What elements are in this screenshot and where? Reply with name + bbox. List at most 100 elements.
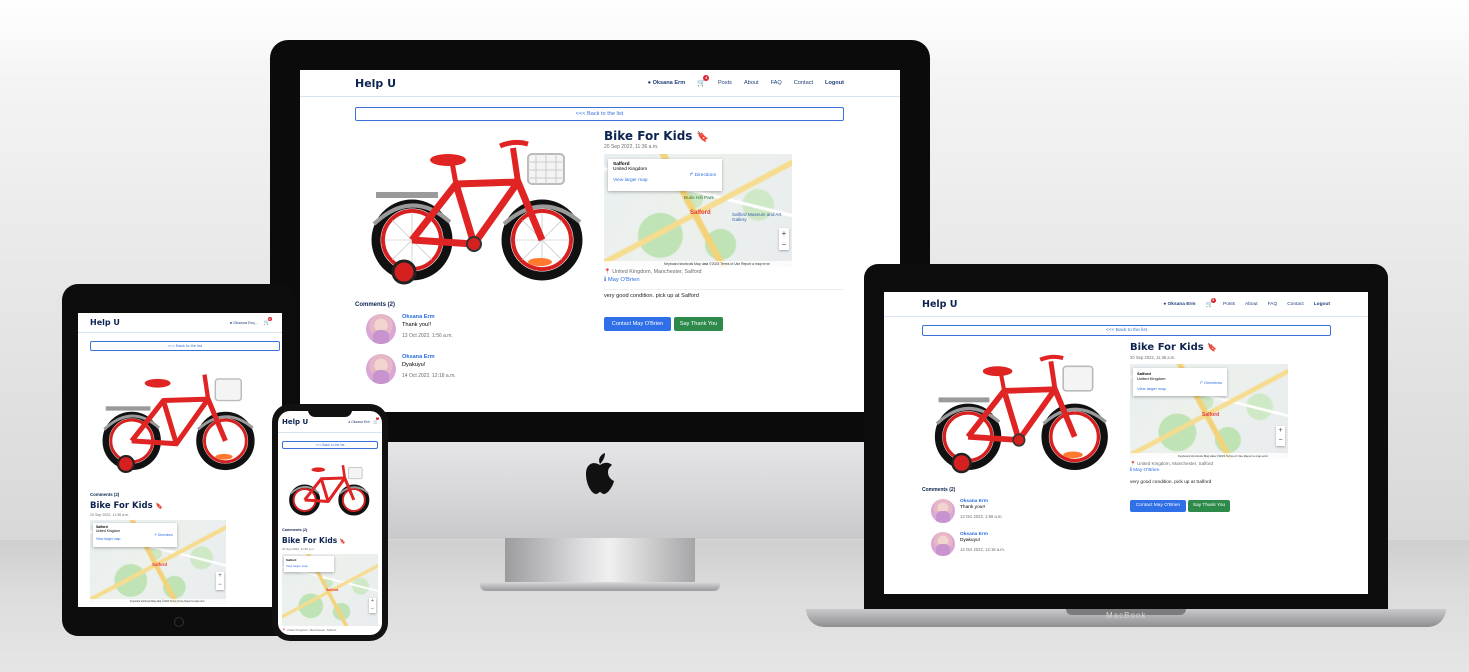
- nav-user[interactable]: ● Oksana Erm: [348, 420, 370, 424]
- comment-date: 14 Oct 2022, 12:18 a.m.: [402, 373, 456, 379]
- comments-heading: Comments (2): [90, 492, 120, 497]
- cart-icon[interactable]: 🛒 4: [1206, 297, 1216, 308]
- bookmark-icon[interactable]: 🔖: [697, 132, 709, 143]
- cart-icon[interactable]: 🛒 4: [373, 417, 380, 424]
- zoom-out-button[interactable]: −: [1276, 436, 1285, 446]
- nav-user[interactable]: ● Oksana Erq...: [230, 320, 258, 325]
- map-info-card: Salford United Kingdom View larger map ↱…: [93, 523, 177, 547]
- zoom-out-button[interactable]: −: [779, 239, 789, 250]
- nav-faq[interactable]: FAQ: [771, 80, 782, 86]
- phone-screen: Help U ● Oksana Erm 🛒 4 <<< Back to the l…: [278, 411, 382, 635]
- bike-image: [371, 139, 583, 285]
- map-info-card: Salford United Kingdom View larger map ↱…: [1133, 368, 1227, 396]
- macbook-screen: Help U ● Oksana Erm 🛒 4 Posts About FAQ C…: [884, 292, 1368, 594]
- comment-date: 13 Oct 2022, 1:56 a.m.: [402, 333, 453, 339]
- imac-stand-foot: [480, 582, 720, 591]
- brand-logo[interactable]: Help U: [90, 318, 120, 327]
- contact-author-button[interactable]: Contact May O'Brien: [604, 317, 671, 331]
- post-title: Bike For Kids 🔖: [604, 129, 710, 143]
- nav-user[interactable]: ● Oksana Erm: [648, 80, 686, 86]
- nav-contact[interactable]: Contact: [1287, 302, 1304, 307]
- comment-item: Oksana Erm Thank you!! 13 Oct 2022, 1:56…: [366, 314, 453, 344]
- map-directions-link[interactable]: ↱ Directions: [154, 533, 173, 537]
- brand-logo[interactable]: Help U: [922, 299, 957, 310]
- post-description: very good condition. pick up at Salford: [604, 293, 699, 299]
- map-salford-label: Salford: [152, 562, 168, 567]
- map-country: United Kingdom: [613, 167, 648, 172]
- location-map[interactable]: Salford United Kingdom View larger map ↱…: [604, 154, 792, 267]
- comment-item: Oksana Erm Dyakuyu! 14 Oct 2022, 12:18 a…: [931, 532, 1005, 556]
- nav-links: ● Oksana Erm 🛒 4 Posts About FAQ Contact …: [1163, 297, 1330, 308]
- map-place: Salford: [286, 558, 297, 562]
- zoom-in-button[interactable]: +: [1276, 426, 1285, 436]
- post-location: 📍 United Kingdom, Manchester, Salford: [1130, 461, 1214, 466]
- comment-author[interactable]: Oksana Erm: [960, 499, 1003, 504]
- post-description: very good condition. pick up at Salford: [1130, 480, 1212, 485]
- nav-about[interactable]: About: [1245, 302, 1258, 307]
- location-map[interactable]: Salford United Kingdom View larger map ↱…: [90, 520, 226, 604]
- comments-heading: Comments (2): [922, 487, 956, 493]
- map-view-larger-link[interactable]: View larger map: [1137, 386, 1223, 391]
- cart-badge: 4: [1210, 297, 1216, 303]
- nav-faq[interactable]: FAQ: [1268, 302, 1278, 307]
- location-map[interactable]: Salford View larger map Salford + −: [282, 554, 378, 626]
- nav-user[interactable]: ● Oksana Erm: [1163, 302, 1195, 307]
- imac-stand: [505, 538, 695, 584]
- map-zoom-control[interactable]: + −: [1276, 426, 1285, 446]
- nav-logout[interactable]: Logout: [1314, 302, 1330, 307]
- brand-logo[interactable]: Help U: [282, 418, 308, 426]
- cart-badge: 4: [376, 417, 380, 420]
- post-title: Bike For Kids 🔖: [1130, 342, 1218, 353]
- map-zoom-control[interactable]: + −: [779, 228, 789, 250]
- bookmark-icon[interactable]: 🔖: [156, 503, 163, 510]
- comment-author[interactable]: Oksana Erm: [402, 314, 453, 320]
- zoom-in-button[interactable]: +: [369, 598, 376, 606]
- map-view-larger-link[interactable]: View larger map: [613, 178, 717, 183]
- back-to-list-button[interactable]: <<< Back to the list: [355, 107, 844, 121]
- nav-contact[interactable]: Contact: [794, 80, 813, 86]
- map-salford-label: Salford: [1202, 412, 1220, 418]
- bike-image: [102, 374, 255, 473]
- map-view-larger-link[interactable]: View larger map: [96, 537, 174, 541]
- comment-date: 13 Oct 2022, 1:56 a.m.: [960, 514, 1003, 519]
- zoom-in-button[interactable]: +: [779, 228, 789, 239]
- contact-author-button[interactable]: Contact May O'Brien: [1130, 500, 1186, 512]
- map-info-card: Salford United Kingdom View larger map ↱…: [608, 159, 722, 191]
- bookmark-icon[interactable]: 🔖: [340, 539, 346, 545]
- phone-notch: [308, 408, 352, 417]
- comment-text: Dyakuyu!: [960, 538, 980, 543]
- brand-logo[interactable]: Help U: [355, 77, 396, 90]
- zoom-out-button[interactable]: −: [369, 606, 376, 614]
- zoom-out-button[interactable]: −: [216, 581, 224, 590]
- navbar: Help U ● Oksana Erq... 🛒 4: [78, 313, 282, 333]
- nav-about[interactable]: About: [744, 80, 759, 86]
- back-to-list-button[interactable]: <<< Back to the list: [282, 441, 378, 449]
- post-date: 20 Sep 2022, 11:36 a.m.: [90, 513, 130, 517]
- comment-author[interactable]: Oksana Erm: [402, 354, 456, 360]
- zoom-in-button[interactable]: +: [216, 572, 224, 581]
- tablet-screen: Help U ● Oksana Erq... 🛒 4 <<< Back to th…: [78, 313, 282, 607]
- comment-author[interactable]: Oksana Erm: [960, 532, 1005, 537]
- nav-posts[interactable]: Posts: [1223, 302, 1235, 307]
- nav-logout[interactable]: Logout: [825, 80, 844, 86]
- cart-icon[interactable]: 🛒 4: [264, 316, 272, 326]
- map-view-larger-link[interactable]: View larger map: [286, 564, 332, 568]
- say-thank-you-button[interactable]: Say Thank You: [674, 317, 723, 331]
- back-to-list-button[interactable]: <<< Back to the list: [90, 341, 280, 351]
- location-map[interactable]: Salford United Kingdom View larger map ↱…: [1130, 364, 1288, 459]
- nav-posts[interactable]: Posts: [718, 80, 732, 86]
- navbar: Help U ● Oksana Erm 🛒 4 Posts About FAQ C…: [300, 70, 900, 97]
- map-zoom-control[interactable]: + −: [216, 572, 224, 590]
- imac-screen: Help U ● Oksana Erm 🛒 4 Posts About FAQ C…: [300, 70, 900, 412]
- bike-image: [934, 354, 1108, 474]
- post-author-link[interactable]: ℹ May O'Brien: [604, 277, 640, 283]
- macbook-label: MacBook: [1106, 611, 1147, 620]
- back-to-list-button[interactable]: <<< Back to the list: [922, 325, 1331, 336]
- post-author-link[interactable]: ℹ May O'Brien: [1130, 468, 1159, 473]
- cart-icon[interactable]: 🛒 4: [697, 75, 710, 87]
- map-zoom-control[interactable]: + −: [369, 598, 376, 613]
- map-directions-link[interactable]: ↱ Directions: [1200, 380, 1222, 385]
- map-directions-link[interactable]: ↱ Directions: [689, 173, 716, 178]
- bookmark-icon[interactable]: 🔖: [1207, 343, 1217, 352]
- say-thank-you-button[interactable]: Say Thank You: [1188, 500, 1230, 512]
